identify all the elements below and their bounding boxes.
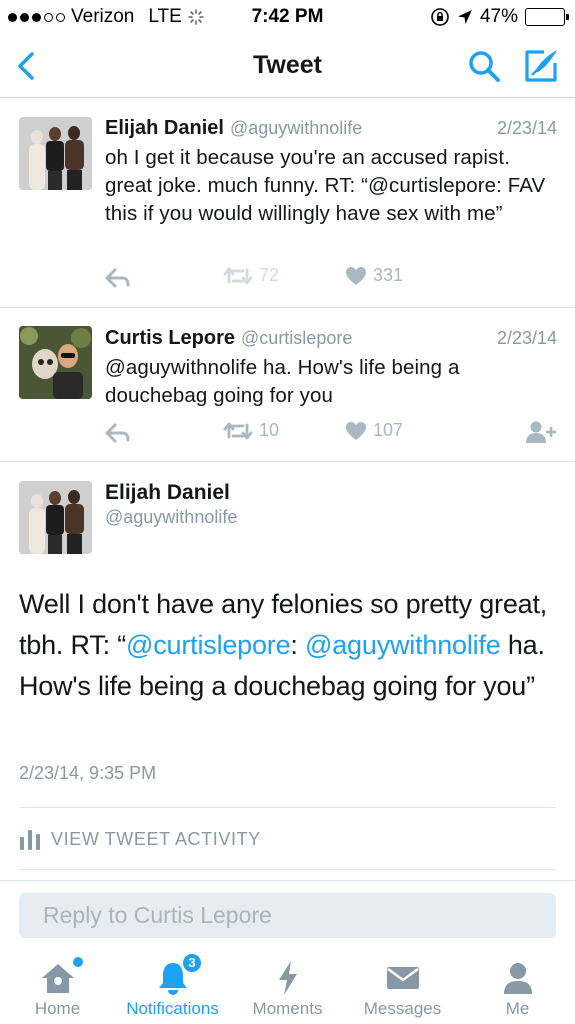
like-action[interactable]: 331 xyxy=(345,265,403,286)
avatar-photo xyxy=(19,117,92,190)
author-handle[interactable]: @aguywithnolife xyxy=(105,507,237,528)
tweet-detail-screen: Verizon LTE 7:42 PM 47% Tweet Elijah Dan… xyxy=(0,0,575,1024)
tab-label: Home xyxy=(34,999,81,1018)
battery-percent: 47% xyxy=(479,6,518,27)
new-content-dot xyxy=(73,957,83,967)
mention-link[interactable]: @curtislepore xyxy=(126,630,291,660)
reply-icon[interactable] xyxy=(105,422,131,444)
compose-icon[interactable] xyxy=(522,47,560,85)
retweet-count: 72 xyxy=(259,265,280,285)
avatar-photo xyxy=(19,481,92,554)
retweet-action[interactable]: 72 xyxy=(223,265,279,286)
view-tweet-activity-button[interactable]: VIEW TWEET ACTIVITY xyxy=(19,828,261,850)
view-tweet-activity-label: VIEW TWEET ACTIVITY xyxy=(51,828,261,849)
home-icon xyxy=(41,964,74,993)
tweet-item[interactable]: Curtis Lepore @curtislepore 2/23/14 @aguy… xyxy=(0,309,575,462)
follow-user-icon[interactable] xyxy=(525,420,557,444)
tab-me[interactable]: Me xyxy=(460,946,575,1024)
person-icon xyxy=(503,963,532,994)
navigation-bar: Tweet xyxy=(0,34,575,98)
reply-bar xyxy=(0,880,575,946)
heart-icon xyxy=(346,421,366,440)
tab-bar: Home 3 Notifications Moments Messages Me xyxy=(0,946,575,1024)
retweet-count: 10 xyxy=(259,420,280,440)
heart-icon xyxy=(346,266,366,285)
author-name[interactable]: Curtis Lepore xyxy=(105,327,235,349)
author-handle[interactable]: @curtislepore xyxy=(241,328,352,348)
divider xyxy=(19,807,556,808)
divider xyxy=(19,869,556,870)
tab-label: Me xyxy=(505,999,530,1018)
lightning-icon xyxy=(278,961,297,995)
battery-icon xyxy=(525,8,569,26)
location-arrow-icon xyxy=(457,10,472,24)
tab-label: Notifications xyxy=(126,999,219,1018)
avatar-photo xyxy=(19,326,92,399)
tab-home[interactable]: Home xyxy=(0,946,115,1024)
tweet-text: oh I get it because you're an accused ra… xyxy=(105,146,546,225)
status-bar-right: 47% xyxy=(430,6,569,28)
author-name[interactable]: Elijah Daniel xyxy=(105,117,224,139)
reply-input[interactable] xyxy=(19,893,556,938)
tweet-header: Curtis Lepore @curtislepore 2/23/14 xyxy=(105,327,557,350)
rotation-lock-icon xyxy=(431,8,449,26)
tab-label: Moments xyxy=(252,999,323,1018)
tab-label: Messages xyxy=(363,999,442,1018)
like-count: 107 xyxy=(373,420,404,440)
retweet-action[interactable]: 10 xyxy=(223,420,279,441)
tweet-actions: 72 331 xyxy=(105,265,560,291)
tab-moments[interactable]: Moments xyxy=(230,946,345,1024)
like-count: 331 xyxy=(373,265,404,285)
tweet-text: @aguywithnolife ha. How's life being a d… xyxy=(105,356,460,407)
notification-badge: 3 xyxy=(181,952,203,974)
author-name[interactable]: Elijah Daniel xyxy=(105,481,230,505)
tweet-timestamp: 2/23/14, 9:35 PM xyxy=(19,763,157,783)
tweet-header: Elijah Daniel @aguywithnolife 2/23/14 xyxy=(105,117,557,140)
like-action[interactable]: 107 xyxy=(345,420,403,441)
avatar[interactable] xyxy=(19,481,92,554)
mention-link[interactable]: @aguywithnolife xyxy=(305,630,501,660)
avatar[interactable] xyxy=(19,117,92,190)
tab-notifications[interactable]: 3 Notifications xyxy=(115,946,230,1024)
retweet-icon xyxy=(223,422,253,439)
tweet-text-part: : xyxy=(290,630,306,660)
tweet-item[interactable]: Elijah Daniel @aguywithnolife 2/23/14 oh … xyxy=(0,99,575,308)
search-icon[interactable] xyxy=(466,48,502,84)
tweet-actions: 10 107 xyxy=(105,420,560,446)
envelope-icon xyxy=(386,967,419,989)
tweet-date: 2/23/14 xyxy=(496,328,557,348)
focused-tweet: Elijah Daniel @aguywithnolife Well I don… xyxy=(0,463,575,883)
tweet-text: Well I don't have any felonies so pretty… xyxy=(19,584,559,707)
avatar[interactable] xyxy=(19,326,92,399)
status-bar: Verizon LTE 7:42 PM 47% xyxy=(0,0,575,34)
retweet-icon xyxy=(223,267,253,284)
author-handle[interactable]: @aguywithnolife xyxy=(230,118,362,138)
tab-messages[interactable]: Messages xyxy=(345,946,460,1024)
reply-icon[interactable] xyxy=(105,267,131,289)
tweet-date: 2/23/14 xyxy=(496,118,557,138)
bar-chart-icon xyxy=(20,830,40,850)
